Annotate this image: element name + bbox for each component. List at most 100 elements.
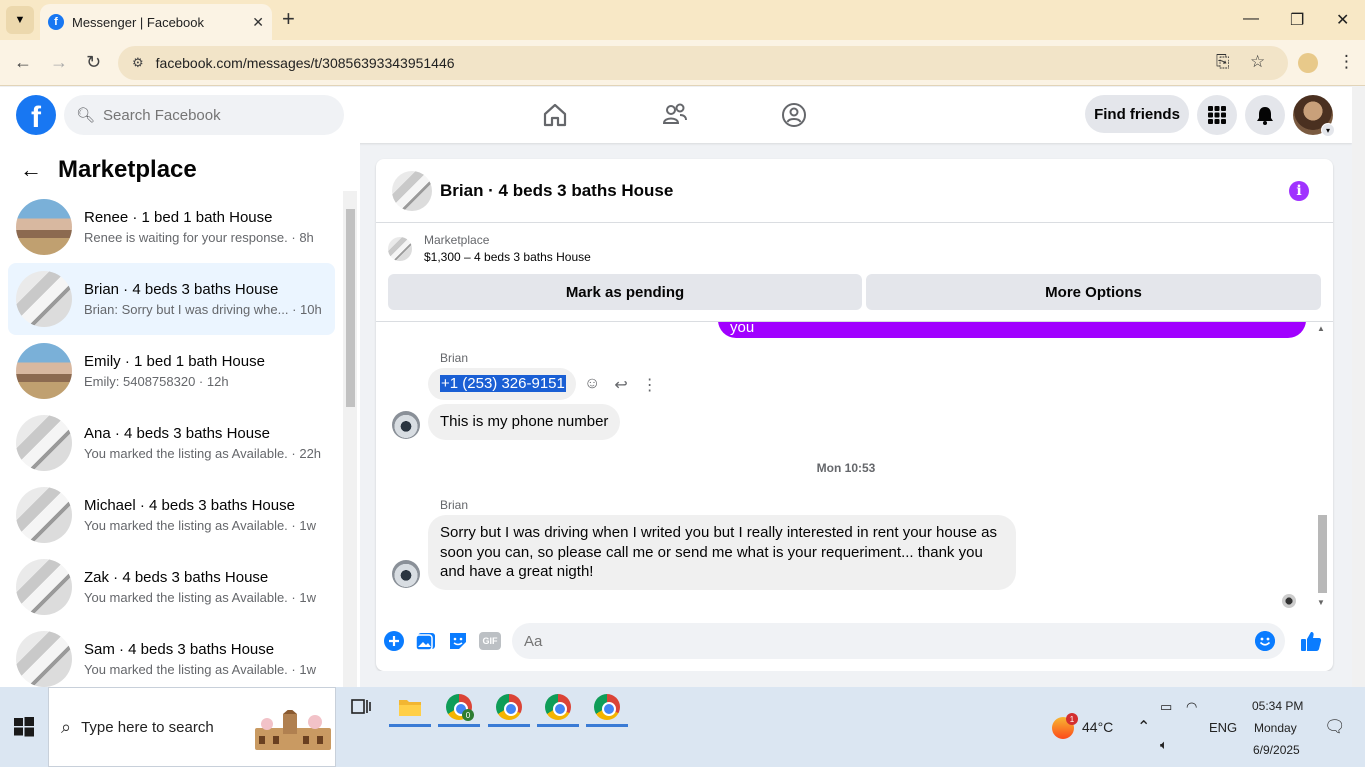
gif-icon[interactable]: GIF — [479, 632, 501, 650]
page-background — [360, 671, 1352, 687]
home-icon[interactable] — [541, 101, 569, 129]
my-message-bubble[interactable]: you — [718, 322, 1306, 338]
account-avatar[interactable]: ▾ — [1293, 95, 1335, 137]
browser-tab-bar: ▼ f Messenger | Facebook ✕ + — ❐ ✕ — [0, 0, 1365, 40]
chrome-icon — [496, 694, 522, 720]
chrome-taskbar-icon[interactable]: 0 — [438, 687, 480, 727]
page-scrollbar[interactable] — [1352, 87, 1365, 687]
weather-icon[interactable]: 1 — [1052, 713, 1078, 739]
chat-title[interactable]: Brian · 4 beds 3 baths House — [440, 181, 673, 201]
plus-circle-icon[interactable] — [383, 630, 405, 652]
back-button[interactable]: ← — [14, 52, 32, 73]
conversation-item[interactable]: Sam · 4 beds 3 baths House You marked the… — [8, 623, 335, 695]
profile-icon[interactable] — [1298, 53, 1318, 73]
conversation-item[interactable]: Michael · 4 beds 3 baths House You marked… — [8, 479, 335, 551]
conversation-name: Zak · 4 beds 3 baths House — [84, 569, 269, 586]
message-input[interactable] — [524, 632, 1224, 650]
conversation-name: Brian · 4 beds 3 baths House — [84, 281, 279, 298]
chrome-profile-taskbar-icon[interactable] — [537, 687, 579, 727]
browser-tab[interactable]: f Messenger | Facebook ✕ — [40, 4, 272, 40]
url-text[interactable]: facebook.com/messages/t/3085639334395144… — [156, 55, 455, 71]
conversation-item[interactable]: Brian · 4 beds 3 baths House Brian: Sorry… — [8, 263, 335, 335]
listing-summary[interactable]: Marketplace $1,300 – 4 beds 3 baths Hous… — [388, 233, 591, 264]
more-icon[interactable]: ⋮ — [642, 375, 658, 395]
battery-icon[interactable]: ▭ — [1160, 699, 1172, 715]
reload-button[interactable]: ↻ — [86, 52, 101, 73]
conversation-item[interactable]: Renee · 1 bed 1 bath House Renee is waiti… — [8, 191, 335, 263]
groups-icon[interactable] — [780, 101, 808, 129]
chrome-profile-taskbar-icon[interactable] — [488, 687, 530, 727]
file-explorer-icon[interactable] — [389, 687, 431, 727]
listing-thumbnail — [16, 199, 72, 255]
more-options-button[interactable]: More Options — [866, 274, 1321, 310]
sidebar-scroll-thumb[interactable] — [346, 209, 355, 407]
windows-start-icon[interactable] — [14, 717, 34, 737]
site-info-icon[interactable]: ⚙ — [132, 55, 144, 71]
photo-icon[interactable] — [415, 630, 437, 652]
conversation-item[interactable]: Ana · 4 beds 3 baths House You marked the… — [8, 407, 335, 479]
menu-grid-button[interactable] — [1197, 95, 1237, 135]
chrome-profile-taskbar-icon[interactable] — [586, 687, 628, 727]
clock-time[interactable]: 05:34 PM — [1252, 699, 1303, 713]
browser-menu-icon[interactable]: ⋮ — [1338, 52, 1355, 72]
message-thread: you Brian +1 (253) 326-9151 ☺ ↩ ⋮ This i… — [376, 322, 1333, 610]
chat-panel: Brian · 4 beds 3 baths House i Marketpla… — [376, 159, 1333, 671]
search-highlight-illustration — [255, 710, 331, 750]
clock-date[interactable]: 6/9/2025 — [1253, 743, 1300, 757]
thumbs-up-icon[interactable] — [1299, 629, 1323, 653]
new-tab-button[interactable]: + — [282, 8, 295, 30]
thread-scroll-thumb[interactable] — [1318, 515, 1327, 593]
chat-header: Brian · 4 beds 3 baths House — [376, 159, 1333, 223]
notifications-center-icon[interactable]: 🗨︎ — [1324, 717, 1346, 737]
conversation-item[interactable]: Emily · 1 bed 1 bath House Emily: 5408758… — [8, 335, 335, 407]
conversation-preview: Emily: 5408758320 · 12h — [84, 374, 229, 389]
forward-button[interactable]: → — [50, 52, 68, 73]
tab-search-button[interactable]: ▼ — [6, 6, 34, 34]
react-emoji-icon[interactable]: ☺ — [584, 375, 600, 395]
message-input-box[interactable] — [512, 623, 1285, 659]
phone-message-bubble[interactable]: +1 (253) 326-9151 — [428, 368, 576, 400]
facebook-search[interactable]: 🔍︎ — [64, 95, 344, 135]
install-app-icon[interactable]: ⎘ — [1216, 52, 1230, 72]
volume-icon[interactable]: 🔈︎ — [1160, 737, 1168, 753]
facebook-search-input[interactable] — [103, 106, 324, 124]
friends-icon[interactable] — [661, 101, 689, 129]
thread-scrollbar[interactable]: ▲ ▼ — [1315, 322, 1329, 610]
reply-icon[interactable]: ↩ — [614, 375, 627, 395]
weather-temperature[interactable]: 44°C — [1082, 719, 1113, 735]
sticker-icon[interactable] — [447, 630, 469, 652]
close-window-button[interactable]: ✕ — [1336, 10, 1349, 30]
notifications-button[interactable] — [1245, 95, 1285, 135]
emoji-icon[interactable] — [1255, 631, 1275, 651]
facebook-logo[interactable]: f — [16, 95, 56, 135]
url-omnibox[interactable]: ⚙ facebook.com/messages/t/30856393343951… — [118, 46, 1288, 80]
task-view-icon[interactable] — [340, 687, 382, 727]
taskbar-search-box[interactable]: ⌕ Type here to search — [48, 687, 336, 767]
bell-icon — [1257, 107, 1273, 125]
scroll-up-arrow-icon[interactable]: ▲ — [1317, 324, 1325, 333]
language-indicator[interactable]: ENG — [1209, 720, 1237, 735]
restore-button[interactable]: ❐ — [1290, 10, 1304, 30]
scroll-down-arrow-icon[interactable]: ▼ — [1317, 598, 1325, 607]
conversation-item[interactable]: Zak · 4 beds 3 baths House You marked the… — [8, 551, 335, 623]
message-bubble[interactable]: Sorry but I was driving when I writed yo… — [428, 515, 1016, 590]
listing-thumbnail — [16, 559, 72, 615]
minimize-button[interactable]: — — [1243, 10, 1259, 28]
wifi-icon[interactable]: ◠ — [1186, 699, 1197, 715]
search-icon: 🔍︎ — [76, 107, 96, 124]
clock-day[interactable]: Monday — [1254, 721, 1297, 735]
sidebar-scrollbar[interactable] — [343, 191, 357, 687]
message-bubble[interactable]: This is my phone number — [428, 404, 621, 440]
windows-taskbar: ⌕ Type here to search 0 1 44°C ⌃ ▭ ◠ 🔈︎ … — [0, 687, 1365, 767]
find-friends-button[interactable]: Find friends — [1085, 95, 1189, 133]
sender-avatar[interactable] — [392, 411, 420, 439]
info-icon[interactable]: i — [1289, 181, 1309, 201]
mark-as-pending-button[interactable]: Mark as pending — [388, 274, 862, 310]
sender-avatar[interactable] — [392, 560, 420, 588]
bookmark-star-icon[interactable]: ☆ — [1250, 52, 1265, 72]
tray-chevron-up-icon[interactable]: ⌃ — [1137, 717, 1150, 737]
chat-avatar[interactable] — [392, 170, 432, 211]
selected-phone-number[interactable]: +1 (253) 326-9151 — [440, 375, 566, 392]
back-arrow-icon[interactable]: ← — [20, 157, 42, 183]
tab-close-icon[interactable]: ✕ — [252, 14, 264, 31]
